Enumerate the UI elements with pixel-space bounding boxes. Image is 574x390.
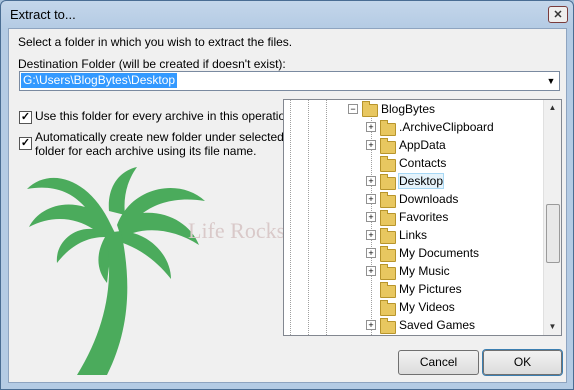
folder-icon (380, 138, 396, 154)
folder-icon (380, 246, 396, 262)
close-icon: ✕ (553, 9, 563, 21)
window-title: Extract to... (10, 7, 76, 22)
scroll-down-icon[interactable]: ▼ (544, 319, 561, 335)
tree-item[interactable]: + Saved Games (284, 316, 542, 334)
tree-item-label[interactable]: Favorites (399, 210, 448, 224)
expand-icon[interactable]: + (366, 212, 376, 222)
folder-icon (380, 156, 396, 172)
auto-create-label-line2: folder for each archive using its file n… (35, 144, 257, 158)
instruction-text: Select a folder in which you wish to ext… (18, 35, 293, 49)
expand-icon[interactable]: + (366, 248, 376, 258)
folder-tree[interactable]: − BlogBytes + .ArchiveClipboard + AppData Co… (283, 99, 562, 336)
tree-item-label[interactable]: My Music (399, 264, 450, 278)
tree-item[interactable]: My Videos (284, 298, 542, 316)
tree-root-label[interactable]: BlogBytes (381, 102, 435, 116)
expand-icon[interactable]: + (366, 320, 376, 330)
expand-icon[interactable]: + (366, 122, 376, 132)
tree-item-label[interactable]: Saved Games (399, 318, 475, 332)
tree-item-label[interactable]: AppData (399, 138, 446, 152)
auto-create-label-line1: Automatically create new folder under se… (35, 130, 284, 144)
tree-item-label[interactable]: Contacts (399, 156, 446, 170)
tree-item[interactable]: + Links (284, 226, 542, 244)
tree-item[interactable]: + .ArchiveClipboard (284, 118, 542, 136)
auto-create-folder-checkbox[interactable]: ✓ (19, 137, 32, 150)
chevron-down-icon[interactable]: ▼ (543, 72, 559, 90)
tree-item-label[interactable]: My Pictures (399, 282, 462, 296)
extract-dialog: Extract to... ✕ Select a folder in which… (0, 0, 574, 390)
tree-item-label[interactable]: Downloads (399, 192, 458, 206)
title-bar[interactable]: Extract to... ✕ (1, 1, 573, 29)
folder-icon (362, 101, 378, 117)
destination-label: Destination Folder (will be created if d… (18, 57, 286, 71)
ok-button[interactable]: OK (482, 349, 563, 376)
tree-root-row[interactable]: − BlogBytes (284, 100, 542, 118)
collapse-icon[interactable]: − (348, 104, 358, 114)
close-button[interactable]: ✕ (548, 6, 568, 23)
folder-icon (380, 264, 396, 280)
tree-scrollbar[interactable]: ▲ ▼ (543, 100, 561, 335)
cancel-button[interactable]: Cancel (398, 350, 479, 375)
use-folder-label: Use this folder for every archive in thi… (35, 109, 296, 123)
folder-icon (380, 210, 396, 226)
tree-item-label[interactable]: Links (399, 228, 427, 242)
folder-icon (380, 282, 396, 298)
tree-item-label[interactable]: My Documents (399, 246, 479, 260)
expand-icon[interactable]: + (366, 176, 376, 186)
tree-item[interactable]: Contacts (284, 154, 542, 172)
folder-icon (380, 192, 396, 208)
tree-item[interactable]: + My Music (284, 262, 542, 280)
folder-icon (380, 120, 396, 136)
tree-item-label[interactable]: My Videos (399, 300, 455, 314)
folder-icon (380, 300, 396, 316)
tree-item[interactable]: My Pictures (284, 280, 542, 298)
tree-item[interactable]: + Desktop (284, 172, 542, 190)
expand-icon[interactable]: + (366, 140, 376, 150)
folder-icon (380, 318, 396, 334)
tree-item-label[interactable]: .ArchiveClipboard (399, 120, 494, 134)
scroll-up-icon[interactable]: ▲ (544, 100, 561, 116)
folder-icon (380, 228, 396, 244)
palm-tree-icon (27, 167, 205, 375)
scroll-thumb[interactable] (546, 204, 560, 263)
tree-item[interactable]: + Downloads (284, 190, 542, 208)
tree-item[interactable]: + AppData (284, 136, 542, 154)
expand-icon[interactable]: + (366, 230, 376, 240)
expand-icon[interactable]: + (366, 194, 376, 204)
use-folder-checkbox[interactable]: ✓ (19, 111, 32, 124)
dialog-body: Select a folder in which you wish to ext… (8, 28, 567, 383)
tree-item[interactable]: + Favorites (284, 208, 542, 226)
expand-icon[interactable]: + (366, 266, 376, 276)
tree-item[interactable]: + My Documents (284, 244, 542, 262)
tree-item-label[interactable]: Desktop (397, 173, 445, 189)
destination-combobox[interactable]: G:\Users\BlogBytes\Desktop ▼ (19, 71, 560, 91)
folder-icon (380, 174, 396, 190)
destination-value[interactable]: G:\Users\BlogBytes\Desktop (21, 73, 178, 88)
